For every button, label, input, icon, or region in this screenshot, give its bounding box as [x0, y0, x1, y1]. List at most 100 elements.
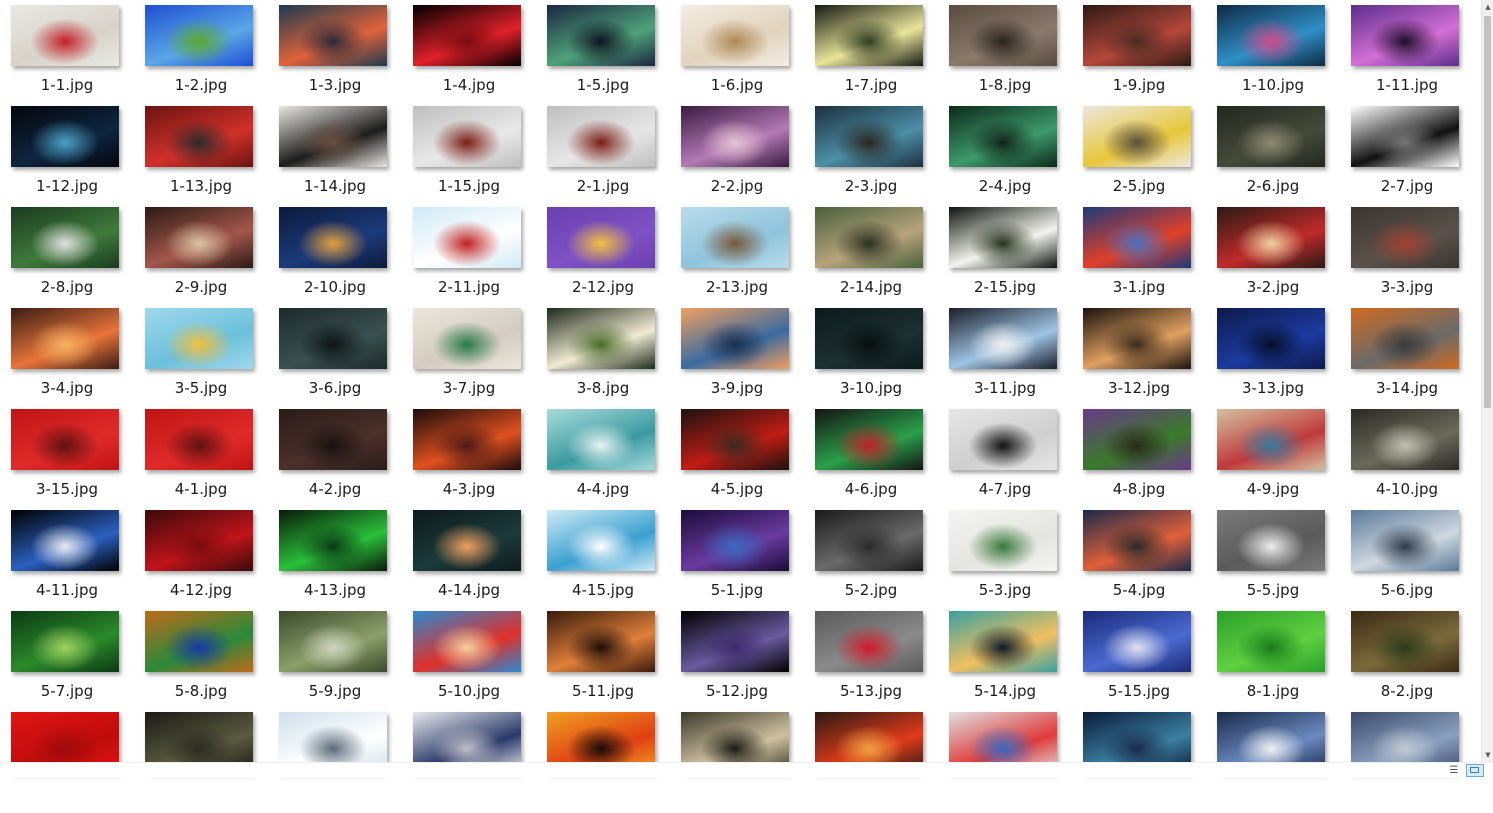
file-item[interactable]: 1-1.jpg [0, 5, 134, 106]
image-thumbnail[interactable] [413, 611, 521, 672]
file-item[interactable]: 4-7.jpg [938, 409, 1072, 510]
image-thumbnail[interactable] [547, 5, 655, 66]
image-thumbnail[interactable] [1083, 207, 1191, 268]
file-item[interactable]: 4-1.jpg [134, 409, 268, 510]
file-item[interactable]: 3-14.jpg [1340, 308, 1474, 409]
image-thumbnail[interactable] [1351, 611, 1459, 672]
image-thumbnail[interactable] [1083, 5, 1191, 66]
file-item[interactable]: 1-2.jpg [134, 5, 268, 106]
scroll-down-arrow-icon[interactable]: ▼ [1482, 748, 1493, 762]
image-thumbnail[interactable] [547, 207, 655, 268]
image-thumbnail[interactable] [279, 611, 387, 672]
image-thumbnail[interactable] [11, 510, 119, 571]
image-thumbnail[interactable] [145, 409, 253, 470]
file-item[interactable]: 2-10.jpg [268, 207, 402, 308]
image-thumbnail[interactable] [1217, 611, 1325, 672]
image-thumbnail[interactable] [681, 510, 789, 571]
file-item[interactable]: 3-7.jpg [402, 308, 536, 409]
file-item[interactable]: 4-8.jpg [1072, 409, 1206, 510]
image-thumbnail[interactable] [681, 5, 789, 66]
image-thumbnail[interactable] [815, 207, 923, 268]
image-thumbnail[interactable] [547, 409, 655, 470]
image-thumbnail[interactable] [279, 510, 387, 571]
image-thumbnail[interactable] [11, 5, 119, 66]
file-item[interactable]: 2-3.jpg [804, 106, 938, 207]
file-item[interactable]: 4-11.jpg [0, 510, 134, 611]
file-item[interactable]: 2-12.jpg [536, 207, 670, 308]
file-item[interactable]: 3-9.jpg [670, 308, 804, 409]
image-thumbnail[interactable] [1083, 409, 1191, 470]
file-item[interactable]: 3-6.jpg [268, 308, 402, 409]
file-item[interactable]: 1-9.jpg [1072, 5, 1206, 106]
file-item[interactable]: 5-5.jpg [1206, 510, 1340, 611]
image-thumbnail[interactable] [145, 207, 253, 268]
file-item[interactable]: 1-14.jpg [268, 106, 402, 207]
file-item[interactable]: 3-4.jpg [0, 308, 134, 409]
file-item[interactable]: 5-14.jpg [938, 611, 1072, 712]
file-item[interactable]: 5-13.jpg [804, 611, 938, 712]
file-item[interactable]: 8-1.jpg [1206, 611, 1340, 712]
file-item[interactable]: 5-8.jpg [134, 611, 268, 712]
file-item[interactable]: 4-12.jpg [134, 510, 268, 611]
file-item[interactable]: 3-12.jpg [1072, 308, 1206, 409]
image-thumbnail[interactable] [1217, 409, 1325, 470]
image-thumbnail[interactable] [413, 106, 521, 167]
image-thumbnail[interactable] [815, 106, 923, 167]
file-item[interactable]: 3-15.jpg [0, 409, 134, 510]
image-thumbnail[interactable] [1217, 308, 1325, 369]
image-thumbnail[interactable] [681, 106, 789, 167]
image-thumbnail[interactable] [145, 106, 253, 167]
file-item[interactable]: 3-2.jpg [1206, 207, 1340, 308]
file-item[interactable]: 2-9.jpg [134, 207, 268, 308]
image-thumbnail[interactable] [413, 5, 521, 66]
image-thumbnail[interactable] [949, 5, 1057, 66]
image-thumbnail[interactable] [949, 308, 1057, 369]
file-item[interactable]: 2-6.jpg [1206, 106, 1340, 207]
image-thumbnail[interactable] [11, 106, 119, 167]
image-thumbnail[interactable] [815, 611, 923, 672]
image-thumbnail[interactable] [949, 611, 1057, 672]
file-item[interactable]: 1-8.jpg [938, 5, 1072, 106]
file-item[interactable]: 3-13.jpg [1206, 308, 1340, 409]
file-item[interactable]: 4-9.jpg [1206, 409, 1340, 510]
image-thumbnail[interactable] [413, 207, 521, 268]
scrollbar-thumb[interactable] [1484, 16, 1491, 408]
file-item[interactable]: 5-7.jpg [0, 611, 134, 712]
image-thumbnail[interactable] [145, 510, 253, 571]
file-item[interactable]: 1-13.jpg [134, 106, 268, 207]
image-thumbnail[interactable] [547, 611, 655, 672]
image-thumbnail[interactable] [279, 5, 387, 66]
image-thumbnail[interactable] [413, 510, 521, 571]
details-view-icon[interactable]: ☰ [1446, 765, 1462, 777]
file-item[interactable]: 2-8.jpg [0, 207, 134, 308]
file-item[interactable]: 2-5.jpg [1072, 106, 1206, 207]
file-item[interactable]: 4-4.jpg [536, 409, 670, 510]
image-thumbnail[interactable] [11, 308, 119, 369]
image-thumbnail[interactable] [1217, 207, 1325, 268]
file-item[interactable]: 4-10.jpg [1340, 409, 1474, 510]
file-item[interactable]: 5-4.jpg [1072, 510, 1206, 611]
image-thumbnail[interactable] [681, 207, 789, 268]
image-thumbnail[interactable] [815, 308, 923, 369]
image-thumbnail[interactable] [949, 409, 1057, 470]
large-icons-view-icon[interactable] [1466, 764, 1484, 777]
file-item[interactable]: 3-3.jpg [1340, 207, 1474, 308]
file-item[interactable]: 2-15.jpg [938, 207, 1072, 308]
image-thumbnail[interactable] [681, 611, 789, 672]
file-item[interactable]: 2-13.jpg [670, 207, 804, 308]
image-thumbnail[interactable] [1217, 5, 1325, 66]
file-item[interactable]: 5-3.jpg [938, 510, 1072, 611]
image-thumbnail[interactable] [279, 308, 387, 369]
image-thumbnail[interactable] [1217, 106, 1325, 167]
image-thumbnail[interactable] [145, 308, 253, 369]
image-thumbnail[interactable] [1083, 308, 1191, 369]
file-item[interactable]: 4-6.jpg [804, 409, 938, 510]
file-item[interactable]: 2-1.jpg [536, 106, 670, 207]
file-item[interactable]: 4-13.jpg [268, 510, 402, 611]
image-thumbnail[interactable] [1083, 106, 1191, 167]
file-item[interactable]: 1-7.jpg [804, 5, 938, 106]
image-thumbnail[interactable] [1351, 106, 1459, 167]
file-item[interactable]: 4-15.jpg [536, 510, 670, 611]
image-thumbnail[interactable] [413, 308, 521, 369]
file-item[interactable]: 1-15.jpg [402, 106, 536, 207]
